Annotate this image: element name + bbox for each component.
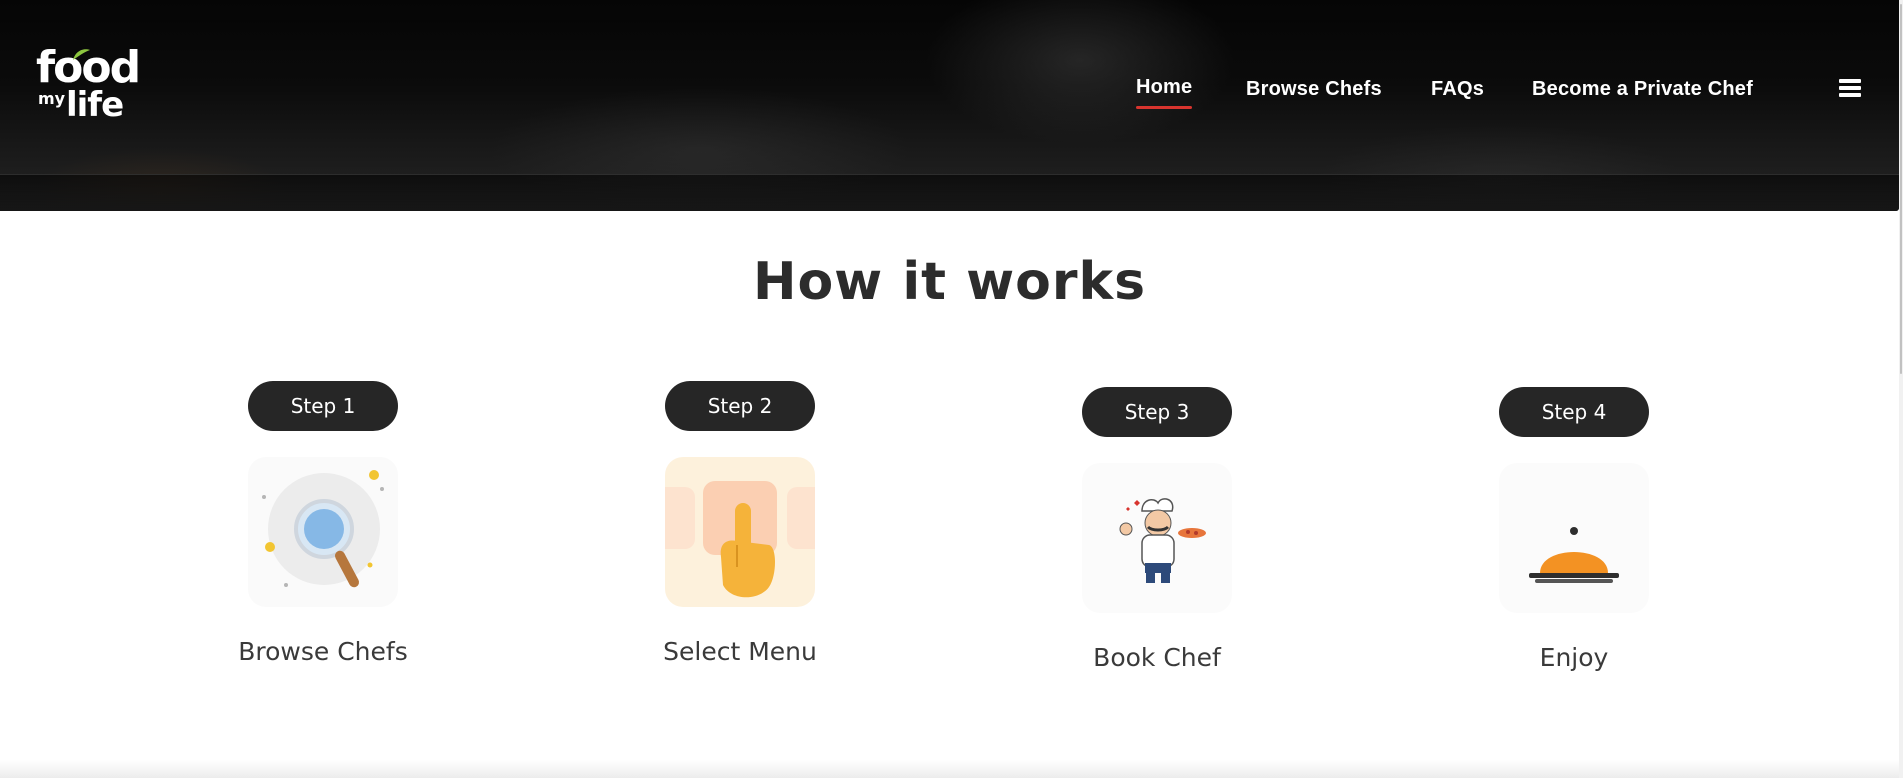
logo-apple-leaf-icon	[73, 49, 90, 60]
step-pill: Step 3	[1082, 387, 1232, 437]
hamburger-icon[interactable]	[1839, 79, 1861, 97]
site-logo[interactable]: food my life	[36, 46, 141, 126]
step-label: Book Chef	[1093, 643, 1221, 672]
pointing-hand-icon	[665, 457, 815, 607]
page-scrollbar[interactable]	[1899, 0, 1903, 778]
magnifier-icon	[248, 457, 398, 607]
scrollbar-thumb[interactable]	[1900, 4, 1902, 374]
step-label: Enjoy	[1539, 643, 1609, 672]
step-pill: Step 2	[665, 381, 815, 431]
nav-faqs[interactable]: FAQs	[1431, 78, 1484, 101]
hero-bottom-band	[0, 174, 1899, 211]
step-card-1: Step 1 Browse Chefs	[223, 381, 423, 666]
step-card-2: Step 2 Select Menu	[640, 381, 840, 666]
hero-header: food my life Home Browse Chefs FAQs Beco…	[0, 0, 1899, 211]
nav-become-private-chef[interactable]: Become a Private Chef	[1532, 78, 1753, 101]
nav-browse-chefs[interactable]: Browse Chefs	[1246, 78, 1382, 101]
logo-word-my: my	[38, 89, 66, 108]
step-label: Select Menu	[663, 637, 817, 666]
nav-home[interactable]: Home	[1136, 76, 1193, 109]
cloche-icon	[1499, 463, 1649, 613]
next-section-edge	[0, 760, 1903, 778]
step-card-4: Step 4 Enjoy	[1474, 387, 1674, 672]
step-pill: Step 4	[1499, 387, 1649, 437]
step-card-3: Step 3 Book Chef	[1057, 387, 1257, 672]
step-label: Browse Chefs	[238, 637, 408, 666]
step-pill: Step 1	[248, 381, 398, 431]
logo-word-life: life	[66, 85, 124, 125]
chef-icon	[1082, 463, 1232, 613]
section-title: How it works	[752, 252, 1147, 312]
